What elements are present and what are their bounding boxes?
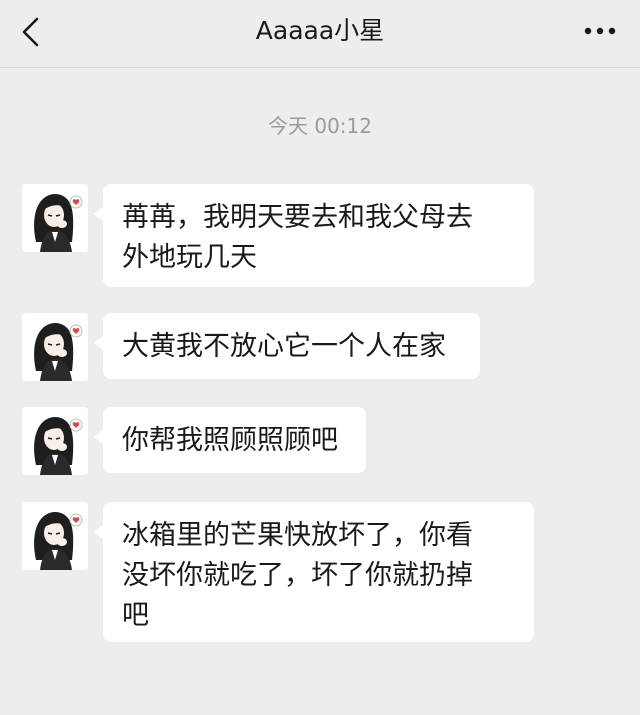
message-text: 没坏你就吃了，坏了你就扔掉 [122, 560, 473, 591]
avatar[interactable] [22, 184, 88, 252]
message-bubble[interactable]: 大黄我不放心它一个人在家 [94, 313, 480, 379]
message-text: 大黄我不放心它一个人在家 [122, 331, 446, 362]
message-text: 外地玩几天 [122, 242, 257, 273]
avatar[interactable] [22, 313, 88, 381]
message-bubble[interactable]: 冰箱里的芒果快放坏了，你看 没坏你就吃了，坏了你就扔掉 吧 [94, 502, 534, 642]
message-bubble[interactable]: 你帮我照顾照顾吧 [94, 407, 366, 473]
message-text: 你帮我照顾照顾吧 [122, 425, 338, 456]
message-bubble[interactable]: 苒苒，我明天要去和我父母去 外地玩几天 [94, 184, 534, 287]
message-timestamp: 今天 00:12 [268, 114, 372, 138]
chat-screen: Aaaaa小星 今天 00:12 苒苒，我明天要去和我父母去 外地玩几天 大黄我… [0, 0, 640, 715]
more-button[interactable] [580, 16, 620, 46]
message-text: 冰箱里的芒果快放坏了，你看 [122, 520, 473, 551]
chat-header: Aaaaa小星 [0, 0, 640, 68]
ellipsis-icon [584, 27, 616, 35]
avatar[interactable] [22, 502, 88, 570]
avatar[interactable] [22, 407, 88, 475]
chat-title: Aaaaa小星 [255, 16, 385, 45]
message-text: 苒苒，我明天要去和我父母去 [122, 202, 473, 233]
message-text: 吧 [122, 600, 149, 631]
